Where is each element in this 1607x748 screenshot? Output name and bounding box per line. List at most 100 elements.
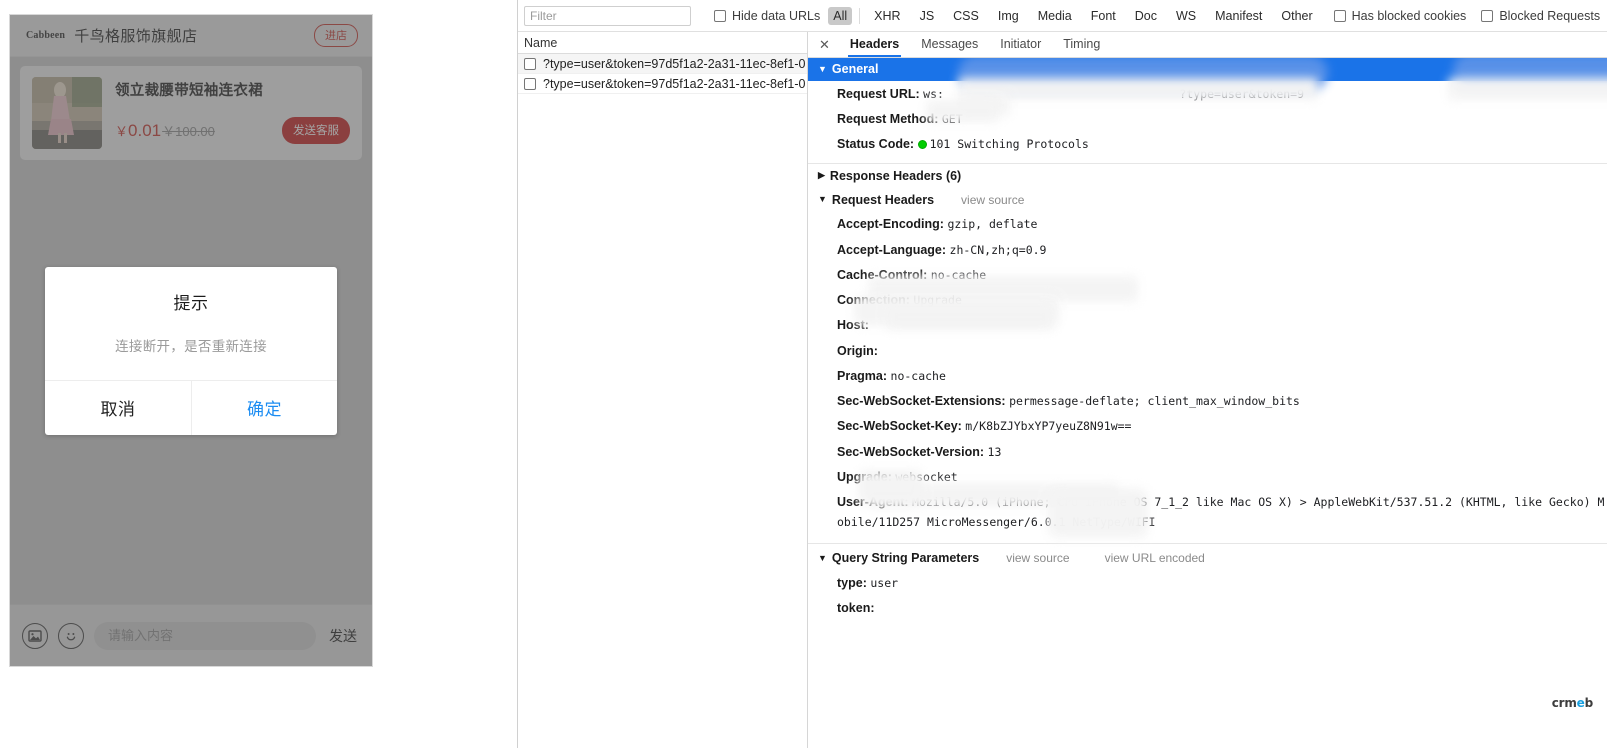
table-row[interactable]: ?type=user&token=97d5f1a2-2a31-11ec-8ef1… bbox=[518, 74, 807, 94]
header-key: User-Agent: bbox=[837, 495, 909, 509]
header-connection: Connection: Upgrade bbox=[808, 288, 1607, 313]
close-icon[interactable]: ✕ bbox=[816, 38, 839, 51]
request-url-tail: ?type=user&token=9 bbox=[1179, 87, 1304, 101]
request-list-empty-area bbox=[518, 94, 807, 748]
general-request-url: Request URL: ws: ?type=user&token=9 bbox=[808, 81, 1607, 106]
type-filter-manifest[interactable]: Manifest bbox=[1210, 7, 1267, 25]
type-filter-img[interactable]: Img bbox=[993, 7, 1024, 25]
query-view-source-link[interactable]: view source bbox=[1006, 551, 1069, 565]
header-value: gzip, deflate bbox=[947, 217, 1037, 231]
view-source-link[interactable]: view source bbox=[961, 193, 1024, 207]
tab-initiator[interactable]: Initiator bbox=[989, 32, 1052, 57]
chevron-down-icon: ▼ bbox=[818, 554, 827, 563]
header-value: Mozilla/5.0 (iPhone; CPU iPhone OS 7_1_2… bbox=[837, 495, 1604, 529]
header-key: Sec-WebSocket-Version: bbox=[837, 445, 984, 459]
header-key: Cache-Control: bbox=[837, 268, 927, 282]
param-key: token: bbox=[837, 601, 875, 615]
row-checkbox[interactable] bbox=[524, 58, 536, 70]
row-checkbox[interactable] bbox=[524, 78, 536, 90]
chevron-right-icon: ▶ bbox=[818, 171, 825, 180]
type-filter-other[interactable]: Other bbox=[1276, 7, 1317, 25]
dialog-actions: 取消 确定 bbox=[45, 380, 337, 435]
header-key: Accept-Language: bbox=[837, 243, 946, 257]
chevron-down-icon: ▼ bbox=[818, 65, 827, 74]
request-detail-pane: ✕ Headers Messages Initiator Timing ▼ Ge… bbox=[808, 32, 1607, 748]
header-pragma: Pragma: no-cache bbox=[808, 363, 1607, 388]
has-blocked-cookies-label: Has blocked cookies bbox=[1352, 9, 1467, 23]
section-general[interactable]: ▼ General bbox=[808, 58, 1607, 81]
header-value: zh-CN,zh;q=0.9 bbox=[950, 243, 1047, 257]
header-sec-websocket-extensions: Sec-WebSocket-Extensions: permessage-def… bbox=[808, 389, 1607, 414]
general-status-code: Status Code: 101 Switching Protocols bbox=[808, 132, 1607, 157]
section-response-headers[interactable]: ▶ Response Headers (6) bbox=[808, 164, 1607, 188]
column-header-name: Name bbox=[524, 36, 557, 50]
blocked-requests-label: Blocked Requests bbox=[1499, 9, 1600, 23]
header-key: Pragma: bbox=[837, 369, 887, 383]
hide-data-urls-checkbox[interactable]: Hide data URLs bbox=[714, 9, 820, 23]
blocked-requests-checkbox[interactable]: Blocked Requests bbox=[1481, 9, 1600, 23]
header-host: Host: bbox=[808, 313, 1607, 338]
tab-messages[interactable]: Messages bbox=[910, 32, 989, 57]
dialog-message: 连接断开，是否重新连接 bbox=[45, 314, 337, 380]
watermark: crmeb bbox=[1552, 696, 1593, 710]
reconnect-dialog: 提示 连接断开，是否重新连接 取消 确定 bbox=[45, 267, 337, 435]
screenshot-root: Cabbeen 千鸟格服饰旗舰店 进店 bbox=[0, 0, 1607, 748]
dialog-confirm-button[interactable]: 确定 bbox=[191, 381, 337, 435]
status-ok-icon bbox=[918, 140, 927, 149]
header-value: permessage-deflate; client_max_window_bi… bbox=[1009, 394, 1300, 408]
query-view-url-encoded-link[interactable]: view URL encoded bbox=[1105, 551, 1205, 565]
devtools-network-panel: Hide data URLs All XHR JS CSS Img Media … bbox=[517, 0, 1607, 748]
tab-headers[interactable]: Headers bbox=[839, 32, 910, 57]
header-sec-websocket-key: Sec-WebSocket-Key: m/K8bZJYbxYP7yeuZ8N91… bbox=[808, 414, 1607, 439]
param-value: user bbox=[870, 576, 898, 590]
headers-content: ▼ General Request URL: ws: ?type=user&to… bbox=[808, 58, 1607, 748]
chevron-down-icon: ▼ bbox=[818, 195, 827, 204]
header-value: Upgrade bbox=[913, 293, 961, 307]
request-url-key: Request URL: bbox=[837, 87, 920, 101]
header-key: Connection: bbox=[837, 293, 910, 307]
section-request-headers-label: Request Headers bbox=[832, 193, 934, 207]
header-origin: Origin: bbox=[808, 338, 1607, 363]
checkbox-icon[interactable] bbox=[714, 10, 726, 22]
header-user-agent: User-Agent: Mozilla/5.0 (iPhone; CPU iPh… bbox=[808, 490, 1607, 536]
type-filter-all[interactable]: All bbox=[828, 7, 852, 25]
header-key: Origin: bbox=[837, 344, 878, 358]
tab-timing[interactable]: Timing bbox=[1052, 32, 1111, 57]
header-accept-encoding: Accept-Encoding: gzip, deflate bbox=[808, 212, 1607, 237]
header-key: Accept-Encoding: bbox=[837, 217, 944, 231]
header-value: m/K8bZJYbxYP7yeuZ8N91w== bbox=[965, 419, 1131, 433]
dialog-cancel-button[interactable]: 取消 bbox=[45, 381, 191, 435]
request-url-value: ws: bbox=[923, 87, 944, 101]
type-filter-media[interactable]: Media bbox=[1033, 7, 1077, 25]
section-query-string[interactable]: ▼ Query String Parameters view source vi… bbox=[808, 544, 1607, 570]
checkbox-icon[interactable] bbox=[1481, 10, 1493, 22]
header-key: Sec-WebSocket-Extensions: bbox=[837, 394, 1006, 408]
header-value: no-cache bbox=[931, 268, 986, 282]
filter-input[interactable] bbox=[524, 6, 691, 26]
request-method-key: Request Method: bbox=[837, 112, 938, 126]
detail-tabbar: ✕ Headers Messages Initiator Timing bbox=[808, 32, 1607, 58]
header-value: websocket bbox=[895, 470, 957, 484]
watermark-e: e bbox=[1577, 696, 1585, 710]
header-accept-language: Accept-Language: zh-CN,zh;q=0.9 bbox=[808, 237, 1607, 262]
type-filter-xhr[interactable]: XHR bbox=[869, 7, 905, 25]
watermark-a: crm bbox=[1552, 696, 1577, 710]
header-sec-websocket-version: Sec-WebSocket-Version: 13 bbox=[808, 439, 1607, 464]
type-filter-js[interactable]: JS bbox=[915, 7, 940, 25]
request-list-pane: Name ?type=user&token=97d5f1a2-2a31-11ec… bbox=[518, 32, 808, 748]
network-split: Name ?type=user&token=97d5f1a2-2a31-11ec… bbox=[518, 32, 1607, 748]
section-request-headers[interactable]: ▼ Request Headers view source bbox=[808, 188, 1607, 212]
watermark-b: b bbox=[1585, 696, 1593, 710]
param-key: type: bbox=[837, 576, 867, 590]
has-blocked-cookies-checkbox[interactable]: Has blocked cookies bbox=[1334, 9, 1467, 23]
type-filter-ws[interactable]: WS bbox=[1171, 7, 1201, 25]
type-filter-doc[interactable]: Doc bbox=[1130, 7, 1162, 25]
type-filter-font[interactable]: Font bbox=[1086, 7, 1121, 25]
table-row[interactable]: ?type=user&token=97d5f1a2-2a31-11ec-8ef1… bbox=[518, 54, 807, 74]
header-key: Sec-WebSocket-Key: bbox=[837, 419, 962, 433]
type-filter-css[interactable]: CSS bbox=[948, 7, 984, 25]
checkbox-icon[interactable] bbox=[1334, 10, 1346, 22]
resource-type-filters: All XHR JS CSS Img Media Font Doc WS Man… bbox=[828, 7, 1317, 25]
type-divider bbox=[859, 8, 860, 24]
network-toolbar: Hide data URLs All XHR JS CSS Img Media … bbox=[518, 0, 1607, 32]
